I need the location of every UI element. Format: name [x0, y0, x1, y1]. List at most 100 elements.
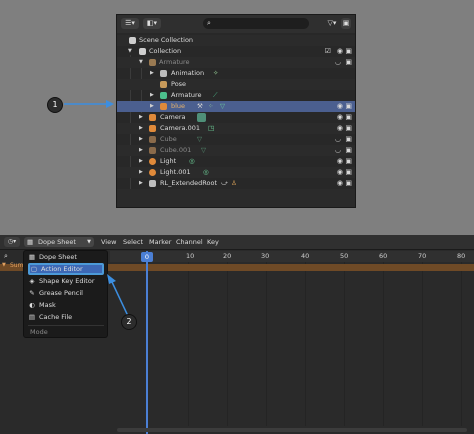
menu-marker[interactable]: Marker [149, 235, 171, 249]
tree-row-scene-collection[interactable]: Scene Collection [117, 35, 355, 46]
menu-item-cache-file[interactable]: ▤ Cache File [28, 312, 104, 323]
mesh-object-icon [160, 103, 167, 110]
eye-icon[interactable]: ◉ [337, 167, 343, 178]
tree-row-pose[interactable]: Pose [117, 79, 355, 90]
menu-item-dope-sheet[interactable]: ▦ Dope Sheet [28, 252, 104, 263]
camera-icon[interactable]: ▣ [345, 46, 352, 57]
hidden-icon[interactable]: ◡ [335, 57, 341, 68]
frame-ruler[interactable]: 10 20 30 40 50 60 70 80 [110, 251, 474, 262]
timeline-region[interactable] [110, 250, 474, 434]
search-icon: ⌕ [207, 19, 211, 27]
display-mode-button[interactable]: ◧▾ [143, 18, 161, 29]
light-object-icon [149, 169, 156, 176]
expand-arrow-icon[interactable]: ▶ [139, 156, 143, 167]
camera-icon[interactable]: ▣ [345, 167, 352, 178]
editor-type-button[interactable]: ☰▾ [121, 18, 139, 29]
expand-arrow-icon[interactable]: ▼ [139, 57, 143, 68]
tree-row-armature-data[interactable]: ▶ Armature ⟋ [117, 90, 355, 101]
outliner-icon: ☰▾ [125, 19, 135, 27]
menu-key[interactable]: Key [207, 235, 219, 249]
mesh-data-icon: ▽ [201, 146, 206, 154]
menu-item-shape-key-editor[interactable]: ◈ Shape Key Editor [28, 276, 104, 287]
expand-arrow-icon[interactable]: ▶ [139, 123, 143, 134]
dope-sheet-header: ◷▾ ▦ Dope Sheet ▼ View Select Marker Cha… [0, 235, 474, 250]
display-mode-icon: ◧▾ [146, 19, 158, 27]
chevron-down-icon: ▼ [87, 239, 91, 245]
menu-item-label: Dope Sheet [39, 253, 77, 261]
scene-collection-icon [129, 37, 136, 44]
new-collection-button[interactable]: ▣ [341, 18, 351, 29]
expand-arrow-icon[interactable]: ▶ [150, 68, 154, 79]
menu-select[interactable]: Select [123, 235, 143, 249]
row-label: Collection [149, 47, 182, 55]
tree-row-armature[interactable]: ▼ Armature ◡ ▣ [117, 57, 355, 68]
tree-row-light-001[interactable]: ▶ Light.001 ◎ ◉ ▣ [117, 167, 355, 178]
eye-icon[interactable]: ◉ [337, 101, 343, 112]
camera-icon[interactable]: ▣ [345, 123, 352, 134]
new-collection-icon: ▣ [342, 19, 350, 27]
tick-label: 40 [301, 252, 310, 260]
camera-icon[interactable]: ▣ [345, 57, 352, 68]
expand-arrow-icon[interactable]: ▶ [139, 167, 143, 178]
tree-row-cube-001[interactable]: ▶ Cube.001 ▽ ◡ ▣ [117, 145, 355, 156]
callout-1: 1 [47, 97, 63, 113]
menu-item-grease-pencil[interactable]: ✎ Grease Pencil [28, 288, 104, 299]
tree-row-blue[interactable]: ▶ blue ⚒ ⁘ ▽ ◉ ▣ [117, 101, 355, 112]
expand-arrow-icon[interactable]: ▶ [150, 90, 154, 101]
eye-icon[interactable]: ◉ [337, 178, 343, 189]
mode-select[interactable]: ▦ Dope Sheet ▼ [24, 237, 94, 247]
callout-2: 2 [121, 314, 137, 330]
horizontal-scrollbar[interactable] [117, 428, 467, 432]
menu-channel[interactable]: Channel [176, 235, 203, 249]
dope-sheet-icon: ▦ [28, 253, 36, 261]
animation-icon [160, 70, 167, 77]
tree-row-cube[interactable]: ▶ Cube ▽ ◡ ▣ [117, 134, 355, 145]
expand-arrow-icon[interactable]: ▼ [128, 46, 132, 57]
checkbox-icon[interactable]: ☑ [325, 46, 331, 57]
row-label: Light [160, 157, 177, 165]
expand-arrow-icon[interactable]: ▶ [139, 112, 143, 123]
camera-icon[interactable]: ▣ [345, 112, 352, 123]
filter-icon: ▽▾ [327, 19, 337, 27]
editor-type-button[interactable]: ◷▾ [4, 237, 20, 247]
search-input[interactable]: ⌕ [203, 18, 309, 29]
tree-row-camera[interactable]: ▶ Camera ◉ ▣ [117, 112, 355, 123]
tree-row-collection[interactable]: ▼ Collection ☑ ◉ ▣ [117, 46, 355, 57]
camera-icon[interactable]: ▣ [345, 134, 352, 145]
expand-arrow-icon[interactable]: ▶ [150, 101, 154, 112]
playhead[interactable] [146, 251, 148, 434]
tree-row-rl-extendedroot[interactable]: ▶ RL_ExtendedRoot ⤻ ♙ ◉ ▣ [117, 178, 355, 189]
hidden-icon[interactable]: ◡ [335, 134, 341, 145]
hidden-icon[interactable]: ◡ [335, 145, 341, 156]
tree-row-animation[interactable]: ▶ Animation ✧ [117, 68, 355, 79]
mesh-object-icon [149, 136, 156, 143]
menu-item-mask[interactable]: ◐ Mask [28, 300, 104, 311]
eye-icon[interactable]: ◉ [337, 112, 343, 123]
camera-icon[interactable]: ▣ [345, 101, 352, 112]
row-label: Camera.001 [160, 124, 200, 132]
menu-item-action-editor[interactable]: ▢ Action Editor [28, 263, 104, 275]
expand-arrow-icon[interactable]: ▶ [139, 145, 143, 156]
current-frame-indicator[interactable]: 0 [141, 252, 153, 262]
row-label: RL_ExtendedRoot [160, 179, 217, 187]
eye-icon[interactable]: ◉ [337, 46, 343, 57]
camera-icon[interactable]: ▣ [345, 145, 352, 156]
eye-icon[interactable]: ◉ [337, 156, 343, 167]
camera-object-icon [149, 125, 156, 132]
filter-button[interactable]: ▽▾ [325, 18, 339, 29]
search-icon[interactable]: ⌕ [4, 252, 8, 261]
tree-row-light[interactable]: ▶ Light ◎ ◉ ▣ [117, 156, 355, 167]
eye-icon[interactable]: ◉ [337, 123, 343, 134]
menu-item-label: Grease Pencil [39, 289, 83, 297]
menu-view[interactable]: View [101, 235, 116, 249]
camera-icon[interactable]: ▣ [345, 156, 352, 167]
tree-row-camera-001[interactable]: ▶ Camera.001 ◳ ◉ ▣ [117, 123, 355, 134]
light-data-icon: ◎ [203, 168, 209, 176]
camera-icon[interactable]: ▣ [345, 178, 352, 189]
cache-file-icon: ▤ [28, 313, 36, 321]
expand-arrow-icon[interactable]: ▼ [2, 262, 6, 268]
camera-data-icon: ◳ [208, 124, 215, 132]
expand-arrow-icon[interactable]: ▶ [139, 178, 143, 189]
expand-arrow-icon[interactable]: ▶ [139, 134, 143, 145]
mesh-data-icon: ▽ [220, 102, 225, 110]
